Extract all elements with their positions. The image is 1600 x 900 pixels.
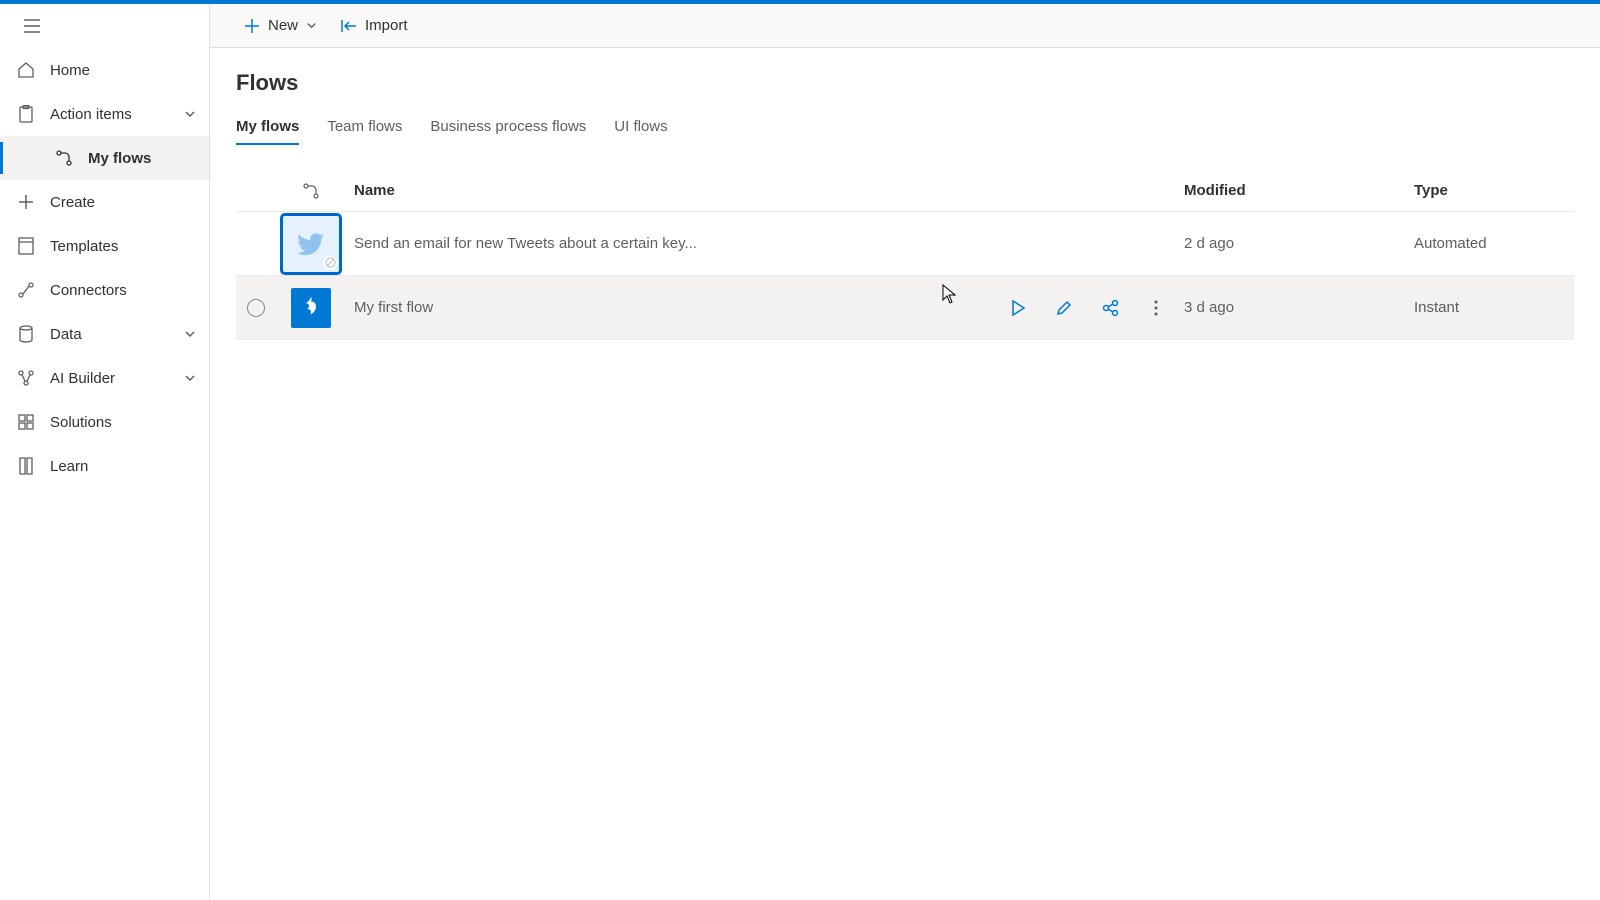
import-button-label: Import xyxy=(365,17,408,34)
sidebar-item-action-items[interactable]: Action items xyxy=(0,92,209,136)
data-icon xyxy=(16,324,36,344)
chevron-down-icon xyxy=(181,369,199,387)
flow-modified: 3 d ago xyxy=(1184,299,1414,316)
sidebar-item-label: My flows xyxy=(88,150,209,167)
tab-team-flows[interactable]: Team flows xyxy=(327,112,402,145)
sidebar-item-learn[interactable]: Learn xyxy=(0,444,209,488)
command-bar: New Import xyxy=(210,4,1600,48)
chevron-down-icon xyxy=(181,105,199,123)
tab-business-process-flows[interactable]: Business process flows xyxy=(430,112,586,145)
sort-icon[interactable] xyxy=(302,182,320,200)
home-icon xyxy=(16,60,36,80)
hamburger-button[interactable] xyxy=(16,10,48,42)
chevron-down-icon xyxy=(181,325,199,343)
flow-icon-twitter xyxy=(283,216,339,272)
templates-icon xyxy=(16,236,36,256)
clipboard-icon xyxy=(16,104,36,124)
tab-ui-flows[interactable]: UI flows xyxy=(614,112,667,145)
flow-modified: 2 d ago xyxy=(1184,235,1414,252)
sidebar-item-home[interactable]: Home xyxy=(0,48,209,92)
list-row[interactable]: Send an email for new Tweets about a cer… xyxy=(236,212,1574,276)
tab-label: Business process flows xyxy=(430,118,586,135)
tab-label: UI flows xyxy=(614,118,667,135)
column-header-name[interactable]: Name xyxy=(346,182,984,199)
play-icon xyxy=(1011,300,1025,316)
sidebar-item-label: Create xyxy=(50,194,209,211)
flow-name[interactable]: Send an email for new Tweets about a cer… xyxy=(346,235,984,252)
import-icon xyxy=(341,18,357,34)
page-title: Flows xyxy=(236,70,1574,96)
pencil-icon xyxy=(1056,300,1072,316)
run-button[interactable] xyxy=(1006,296,1030,320)
sidebar-item-label: AI Builder xyxy=(50,370,167,387)
plus-icon xyxy=(16,192,36,212)
new-button[interactable]: New xyxy=(234,10,327,42)
flow-icon-instant xyxy=(291,288,331,328)
flow-type: Instant xyxy=(1414,299,1574,316)
sidebar-item-label: Learn xyxy=(50,458,209,475)
chevron-down-icon xyxy=(306,20,317,31)
plus-icon xyxy=(244,18,260,34)
edit-button[interactable] xyxy=(1052,296,1076,320)
tab-my-flows[interactable]: My flows xyxy=(236,112,299,145)
menu-icon xyxy=(24,19,40,33)
connectors-icon xyxy=(16,280,36,300)
flows-list: Name Modified Type xyxy=(236,170,1574,340)
tab-label: Team flows xyxy=(327,118,402,135)
sidebar-item-create[interactable]: Create xyxy=(0,180,209,224)
main-content: New Import Flows My flows Team flows Bus… xyxy=(210,4,1600,900)
list-row[interactable]: My first flow xyxy=(236,276,1574,340)
sidebar-item-label: Data xyxy=(50,326,167,343)
column-header-modified[interactable]: Modified xyxy=(1184,182,1414,199)
flow-icon xyxy=(54,148,74,168)
new-button-label: New xyxy=(268,17,298,34)
sidebar-item-templates[interactable]: Templates xyxy=(0,224,209,268)
flow-name[interactable]: My first flow xyxy=(346,299,984,316)
more-button[interactable] xyxy=(1144,296,1168,320)
row-select-radio[interactable] xyxy=(247,299,265,317)
sidebar-item-data[interactable]: Data xyxy=(0,312,209,356)
tab-label: My flows xyxy=(236,118,299,135)
ai-builder-icon xyxy=(16,368,36,388)
sidebar-item-label: Connectors xyxy=(50,282,209,299)
sidebar-item-connectors[interactable]: Connectors xyxy=(0,268,209,312)
sidebar-item-ai-builder[interactable]: AI Builder xyxy=(0,356,209,400)
learn-icon xyxy=(16,456,36,476)
sidebar: Home Action items My flows Create xyxy=(0,4,210,900)
sidebar-item-my-flows[interactable]: My flows xyxy=(0,136,209,180)
tabs: My flows Team flows Business process flo… xyxy=(236,112,1574,146)
share-icon xyxy=(1101,300,1119,316)
share-button[interactable] xyxy=(1098,296,1122,320)
import-button[interactable]: Import xyxy=(331,10,418,42)
sidebar-item-label: Action items xyxy=(50,106,167,123)
more-vertical-icon xyxy=(1154,300,1158,316)
sidebar-item-label: Home xyxy=(50,62,209,79)
column-header-type[interactable]: Type xyxy=(1414,182,1574,199)
flow-type: Automated xyxy=(1414,235,1574,252)
solutions-icon xyxy=(16,412,36,432)
disabled-badge-icon xyxy=(323,256,337,270)
list-header: Name Modified Type xyxy=(236,170,1574,212)
sidebar-item-solutions[interactable]: Solutions xyxy=(0,400,209,444)
sidebar-item-label: Templates xyxy=(50,238,209,255)
sidebar-item-label: Solutions xyxy=(50,414,209,431)
